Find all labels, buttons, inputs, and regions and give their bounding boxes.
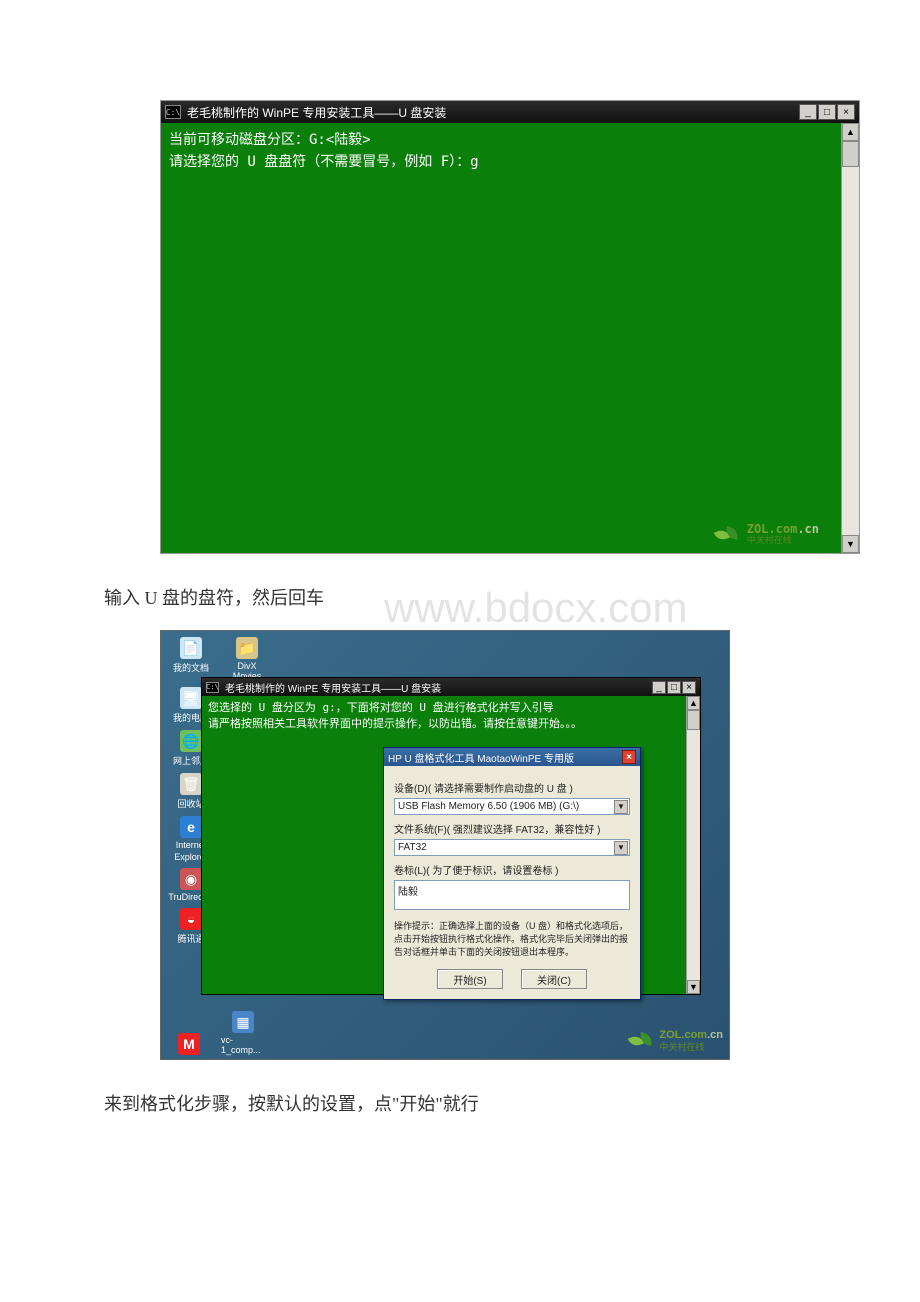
cmd-title-text: 老毛桃制作的 WinPE 专用安装工具——U 盘安装 <box>225 680 651 695</box>
folder-icon: 📁 <box>236 637 258 659</box>
zol-sub: 中关村在线 <box>659 1041 723 1053</box>
volume-value: 陆毅 <box>398 883 418 898</box>
close-button[interactable]: × <box>837 104 855 120</box>
bin-icon: 🗑 <box>180 773 202 795</box>
scroll-down-button[interactable]: ▼ <box>687 980 700 994</box>
zol-suffix: .cn <box>707 1029 723 1041</box>
filesystem-value: FAT32 <box>398 842 427 853</box>
cmd-title-text: 老毛桃制作的 WinPE 专用安装工具——U 盘安装 <box>187 104 798 121</box>
console-line: 请严格按照相关工具软件界面中的提示操作，以防出错。请按任意键开始。。。 <box>208 716 680 732</box>
computer-icon: 🖥 <box>180 687 202 709</box>
window-buttons: _ □ × <box>651 681 696 694</box>
dialog-body: 设备(D)( 请选择需要制作启动盘的 U 盘 ) USB Flash Memor… <box>384 766 640 999</box>
console-area: 当前可移动磁盘分区：G:<陆毅> 请选择您的 U 盘盘符（不需要冒号，例如 F）… <box>161 123 859 553</box>
desktop-icons-bottom: M ▦ vc-1_comp... <box>167 1011 265 1055</box>
cmd-icon: C:\ <box>165 105 181 119</box>
zol-text: ZOL.com.cn 中关村在线 <box>747 523 819 547</box>
zol-text: ZOL.com.cn 中关村在线 <box>659 1028 723 1053</box>
start-button[interactable]: 开始(S) <box>437 969 503 989</box>
scroll-track[interactable] <box>842 167 859 535</box>
zol-brand: ZOL.com <box>747 522 798 536</box>
icon-label: vc-1_comp... <box>221 1035 265 1055</box>
zol-suffix: .cn <box>797 522 819 536</box>
icon-label: 我的文档 <box>173 661 209 674</box>
scroll-track[interactable] <box>687 730 700 980</box>
dialog-hint: 操作提示：正确选择上面的设备（U 盘）和格式化选项后，点击开始按钮执行格式化操作… <box>394 920 630 959</box>
divx-movies-icon[interactable]: 📁 DivX Movies <box>223 637 271 681</box>
scroll-thumb[interactable] <box>842 141 859 167</box>
dialog-close-button[interactable]: × <box>622 750 636 764</box>
vertical-scrollbar[interactable]: ▲ ▼ <box>841 123 859 553</box>
filesystem-label: 文件系统(F)( 强烈建议选择 FAT32，兼容性好 ) <box>394 821 630 836</box>
m-icon: M <box>178 1033 200 1055</box>
caption-1-text: 输入 U 盘的盘符，然后回车 <box>104 588 324 608</box>
dialog-titlebar: HP U 盘格式化工具 MaotaoWinPE 专用版 × <box>384 748 640 766</box>
filesystem-dropdown[interactable]: FAT32 ▼ <box>394 839 630 856</box>
cmd-titlebar: C:\ 老毛桃制作的 WinPE 专用安装工具——U 盘安装 _ □ × <box>202 678 700 696</box>
close-button[interactable]: × <box>682 681 696 694</box>
dialog-buttons: 开始(S) 关闭(C) <box>394 969 630 989</box>
window-buttons: _ □ × <box>798 104 855 120</box>
my-documents-icon[interactable]: 📄 我的文档 <box>167 637 215 681</box>
device-value: USB Flash Memory 6.50 (1906 MB) (G:\) <box>398 801 579 812</box>
console-output: 当前可移动磁盘分区：G:<陆毅> 请选择您的 U 盘盘符（不需要冒号，例如 F）… <box>161 123 841 553</box>
scroll-up-button[interactable]: ▲ <box>687 696 700 710</box>
caption-2: 来到格式化步骤，按默认的设置，点"开始"就行 <box>104 1090 820 1118</box>
chevron-down-icon[interactable]: ▼ <box>614 800 628 814</box>
watermark-zol: ZOL.com.cn 中关村在线 <box>715 523 819 547</box>
caption-2-text: 来到格式化步骤，按默认的设置，点"开始"就行 <box>104 1094 479 1114</box>
qq-glyph-icon: ◒ <box>180 908 202 930</box>
minimize-button[interactable]: _ <box>652 681 666 694</box>
app-icon: ▦ <box>232 1011 254 1033</box>
desktop-screenshot: 📄 我的文档 📁 DivX Movies 🖥 我的电脑 🌐 网上邻居 🗑 回收站… <box>160 630 730 1060</box>
leaf-icon <box>715 526 741 544</box>
console-line: 您选择的 U 盘分区为 g:，下面将对您的 U 盘进行格式化并写入引导 <box>208 700 680 716</box>
close-dialog-button[interactable]: 关闭(C) <box>521 969 587 989</box>
scroll-thumb[interactable] <box>687 710 700 730</box>
vc1-comp-icon[interactable]: ▦ vc-1_comp... <box>221 1011 265 1055</box>
leaf-icon <box>629 1032 655 1050</box>
cmd-icon: C:\ <box>206 682 219 693</box>
caption-1: 输入 U 盘的盘符，然后回车 www.bdocx.com <box>104 584 820 612</box>
minimize-button[interactable]: _ <box>799 104 817 120</box>
vertical-scrollbar[interactable]: ▲ ▼ <box>686 696 700 994</box>
device-label: 设备(D)( 请选择需要制作启动盘的 U 盘 ) <box>394 780 630 795</box>
volume-label: 卷标(L)( 为了便于标识，请设置卷标 ) <box>394 862 630 877</box>
chevron-down-icon[interactable]: ▼ <box>614 841 628 855</box>
ie-glyph-icon: e <box>180 816 202 838</box>
console-line: 当前可移动磁盘分区：G:<陆毅> <box>169 129 833 151</box>
volume-input[interactable]: 陆毅 <box>394 880 630 910</box>
scroll-up-button[interactable]: ▲ <box>842 123 859 141</box>
watermark-zol: ZOL.com.cn 中关村在线 <box>629 1028 723 1053</box>
maximize-button[interactable]: □ <box>667 681 681 694</box>
folder-icon: 📄 <box>180 637 202 659</box>
m-logo-icon[interactable]: M <box>167 1033 211 1055</box>
format-dialog: HP U 盘格式化工具 MaotaoWinPE 专用版 × 设备(D)( 请选择… <box>383 747 641 1000</box>
scroll-down-button[interactable]: ▼ <box>842 535 859 553</box>
console-line: 请选择您的 U 盘盘符（不需要冒号，例如 F）：g <box>169 151 833 173</box>
cmd-titlebar: C:\ 老毛桃制作的 WinPE 专用安装工具——U 盘安装 _ □ × <box>161 101 859 123</box>
dialog-title-text: HP U 盘格式化工具 MaotaoWinPE 专用版 <box>388 750 574 765</box>
zol-sub: 中关村在线 <box>747 535 819 547</box>
cmd-window-screenshot-1: C:\ 老毛桃制作的 WinPE 专用安装工具——U 盘安装 _ □ × 当前可… <box>160 100 860 554</box>
page-watermark: www.bdocx.com <box>384 594 687 622</box>
device-dropdown[interactable]: USB Flash Memory 6.50 (1906 MB) (G:\) ▼ <box>394 798 630 815</box>
dvd-icon: ◉ <box>180 868 202 890</box>
maximize-button[interactable]: □ <box>818 104 836 120</box>
zol-brand: ZOL.com <box>659 1029 707 1041</box>
globe-icon: 🌐 <box>180 730 202 752</box>
